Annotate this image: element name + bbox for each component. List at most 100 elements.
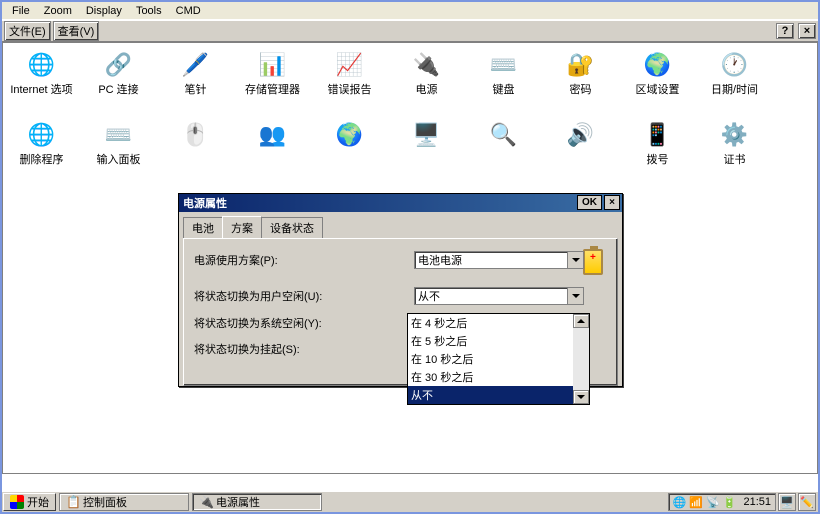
keyboard-icon: ⌨️	[488, 49, 520, 81]
cp-icon-dialup[interactable]: 📱拨号	[619, 117, 696, 187]
toolbar-close[interactable]: ×	[798, 23, 816, 39]
sip-button[interactable]: ✏️	[798, 493, 816, 511]
windows-flag-icon	[10, 495, 24, 509]
menu-zoom[interactable]: Zoom	[38, 4, 78, 18]
label-user-idle: 将状态切换为用户空闲(U):	[194, 288, 414, 304]
label-power-scheme: 电源使用方案(P):	[194, 252, 414, 268]
error-reporting-icon: 📈	[334, 49, 366, 81]
chevron-down-icon[interactable]	[567, 288, 583, 304]
tray-battery-icon[interactable]: 🔋	[723, 496, 737, 509]
taskbar: 开始 📋控制面板🔌电源属性 🌐 📶 📡 🔋 21:51 🖥️ ✏️	[2, 490, 818, 512]
cp-icon-label: 证书	[724, 154, 746, 166]
cp-icon-network[interactable]: 🌍	[311, 117, 388, 187]
dropdown-option[interactable]: 在 4 秒之后	[408, 314, 589, 332]
dialup-icon: 📱	[642, 119, 674, 151]
start-label: 开始	[27, 494, 49, 510]
combo-power-scheme[interactable]: 电池电源	[414, 251, 584, 269]
menu-display[interactable]: Display	[80, 4, 128, 18]
scroll-down-button[interactable]	[573, 390, 589, 404]
label-system-idle: 将状态切换为系统空闲(Y):	[194, 315, 414, 331]
cp-icon-display[interactable]: 🖥️	[388, 117, 465, 187]
dialog-titlebar[interactable]: 电源属性 OK ×	[179, 194, 622, 212]
toolbar-help[interactable]: ?	[776, 23, 794, 39]
cp-icon-label: Internet 选项	[10, 84, 72, 96]
date-time-icon: 🕐	[719, 49, 751, 81]
password-icon: 🔐	[565, 49, 597, 81]
cp-icon-internet-options[interactable]: 🌐 Internet 选项	[3, 47, 80, 117]
cp-icon-label: 区域设置	[636, 84, 680, 96]
menu-cmd[interactable]: CMD	[170, 4, 207, 18]
start-button[interactable]: 开始	[3, 493, 56, 511]
scrollbar-track[interactable]	[573, 328, 589, 390]
cp-icon-label: 删除程序	[20, 154, 64, 166]
dropdown-option[interactable]: 在 5 秒之后	[408, 332, 589, 350]
toolbar-view[interactable]: 查看(V)	[53, 21, 100, 41]
tab-battery[interactable]: 电池	[183, 217, 223, 239]
cp-icon-certificates[interactable]: ⚙️ 证书	[696, 117, 773, 187]
regional-settings-icon: 🌍	[642, 49, 674, 81]
stylus-icon: 🖊️	[180, 49, 212, 81]
cp-icon-password[interactable]: 🔐 密码	[542, 47, 619, 117]
owner-icon: 👥	[257, 119, 289, 151]
remove-programs-icon: 🌐	[26, 119, 58, 151]
label-suspend: 将状态切换为挂起(S):	[194, 341, 414, 357]
cp-icon-pc-connection[interactable]: 🔗 PC 连接	[80, 47, 157, 117]
cp-icon-mouse[interactable]: 🖱️	[157, 117, 234, 187]
display-icon: 🖥️	[411, 119, 443, 151]
cp-icon-storage-manager[interactable]: 📊存储管理器	[234, 47, 311, 117]
cp-icon-stylus[interactable]: 🖊️笔针	[157, 47, 234, 117]
power-icon: 🔌	[411, 49, 443, 81]
cp-icon-label: 密码	[570, 84, 592, 96]
tray-network-icon[interactable]: 📶	[689, 496, 703, 509]
system-icon: 🔍	[488, 119, 520, 151]
emulator-menubar: File Zoom Display Tools CMD	[2, 2, 818, 20]
menu-tools[interactable]: Tools	[130, 4, 168, 18]
dropdown-option[interactable]: 从不	[408, 386, 589, 404]
certificates-icon: ⚙️	[719, 119, 751, 151]
system-tray[interactable]: 🌐 📶 📡 🔋 21:51	[668, 493, 776, 511]
internet-options-icon: 🌐	[26, 49, 58, 81]
cp-icon-error-reporting[interactable]: 📈错误报告	[311, 47, 388, 117]
battery-icon	[583, 249, 603, 275]
combo-user-idle[interactable]: 从不	[414, 287, 584, 305]
cp-icon-remove-programs[interactable]: 🌐 删除程序	[3, 117, 80, 187]
tray-globe-icon[interactable]: 🌐	[673, 496, 687, 509]
cp-icon-label: 日期/时间	[711, 84, 758, 96]
tab-device-state[interactable]: 设备状态	[261, 217, 323, 239]
scroll-up-button[interactable]	[573, 314, 589, 328]
task-icon: 📋	[66, 495, 80, 509]
control-panel-workspace: 🌐 Internet 选项 🔗 PC 连接 🖊️笔针📊存储管理器📈错误报告🔌电源⌨️键盘…	[2, 42, 818, 474]
cp-icon-system[interactable]: 🔍	[465, 117, 542, 187]
dialog-tabs: 电池 方案 设备状态	[179, 212, 622, 238]
cp-icon-audio[interactable]: 🔊	[542, 117, 619, 187]
taskbar-task[interactable]: 🔌电源属性	[192, 493, 322, 511]
tray-clock[interactable]: 21:51	[743, 496, 771, 508]
cp-icon-keyboard[interactable]: ⌨️键盘	[465, 47, 542, 117]
taskbar-task[interactable]: 📋控制面板	[59, 493, 189, 511]
tray-signal-icon[interactable]: 📡	[706, 496, 720, 509]
dialog-ok-button[interactable]: OK	[577, 195, 602, 210]
mouse-icon: 🖱️	[180, 119, 212, 151]
cp-icon-label: 存储管理器	[245, 84, 300, 96]
cp-icon-date-time[interactable]: 🕐 日期/时间	[696, 47, 773, 117]
cp-icon-label: PC 连接	[98, 84, 138, 96]
cp-icon-regional-settings[interactable]: 🌍 区域设置	[619, 47, 696, 117]
task-label: 控制面板	[83, 494, 127, 510]
menu-file[interactable]: File	[6, 4, 36, 18]
dropdown-option[interactable]: 在 10 秒之后	[408, 350, 589, 368]
toolbar-file[interactable]: 文件(E)	[4, 21, 51, 41]
combo-power-scheme-value: 电池电源	[418, 252, 462, 268]
dialog-close-button[interactable]: ×	[604, 195, 620, 210]
cp-icon-owner[interactable]: 👥	[234, 117, 311, 187]
dropdown-option[interactable]: 在 30 秒之后	[408, 368, 589, 386]
control-panel-icon-grid: 🌐 Internet 选项 🔗 PC 连接 🖊️笔针📊存储管理器📈错误报告🔌电源⌨️键盘…	[3, 43, 817, 187]
chevron-down-icon[interactable]	[567, 252, 583, 268]
cp-icon-input-panel[interactable]: ⌨️输入面板	[80, 117, 157, 187]
task-icon: 🔌	[199, 495, 213, 509]
dialog-title-text: 电源属性	[183, 195, 227, 211]
pc-connection-icon: 🔗	[103, 49, 135, 81]
tab-scheme[interactable]: 方案	[222, 216, 262, 238]
dropdown-listbox[interactable]: 在 4 秒之后在 5 秒之后在 10 秒之后在 30 秒之后从不	[407, 313, 590, 405]
cp-icon-power[interactable]: 🔌电源	[388, 47, 465, 117]
desktop-button[interactable]: 🖥️	[778, 493, 796, 511]
